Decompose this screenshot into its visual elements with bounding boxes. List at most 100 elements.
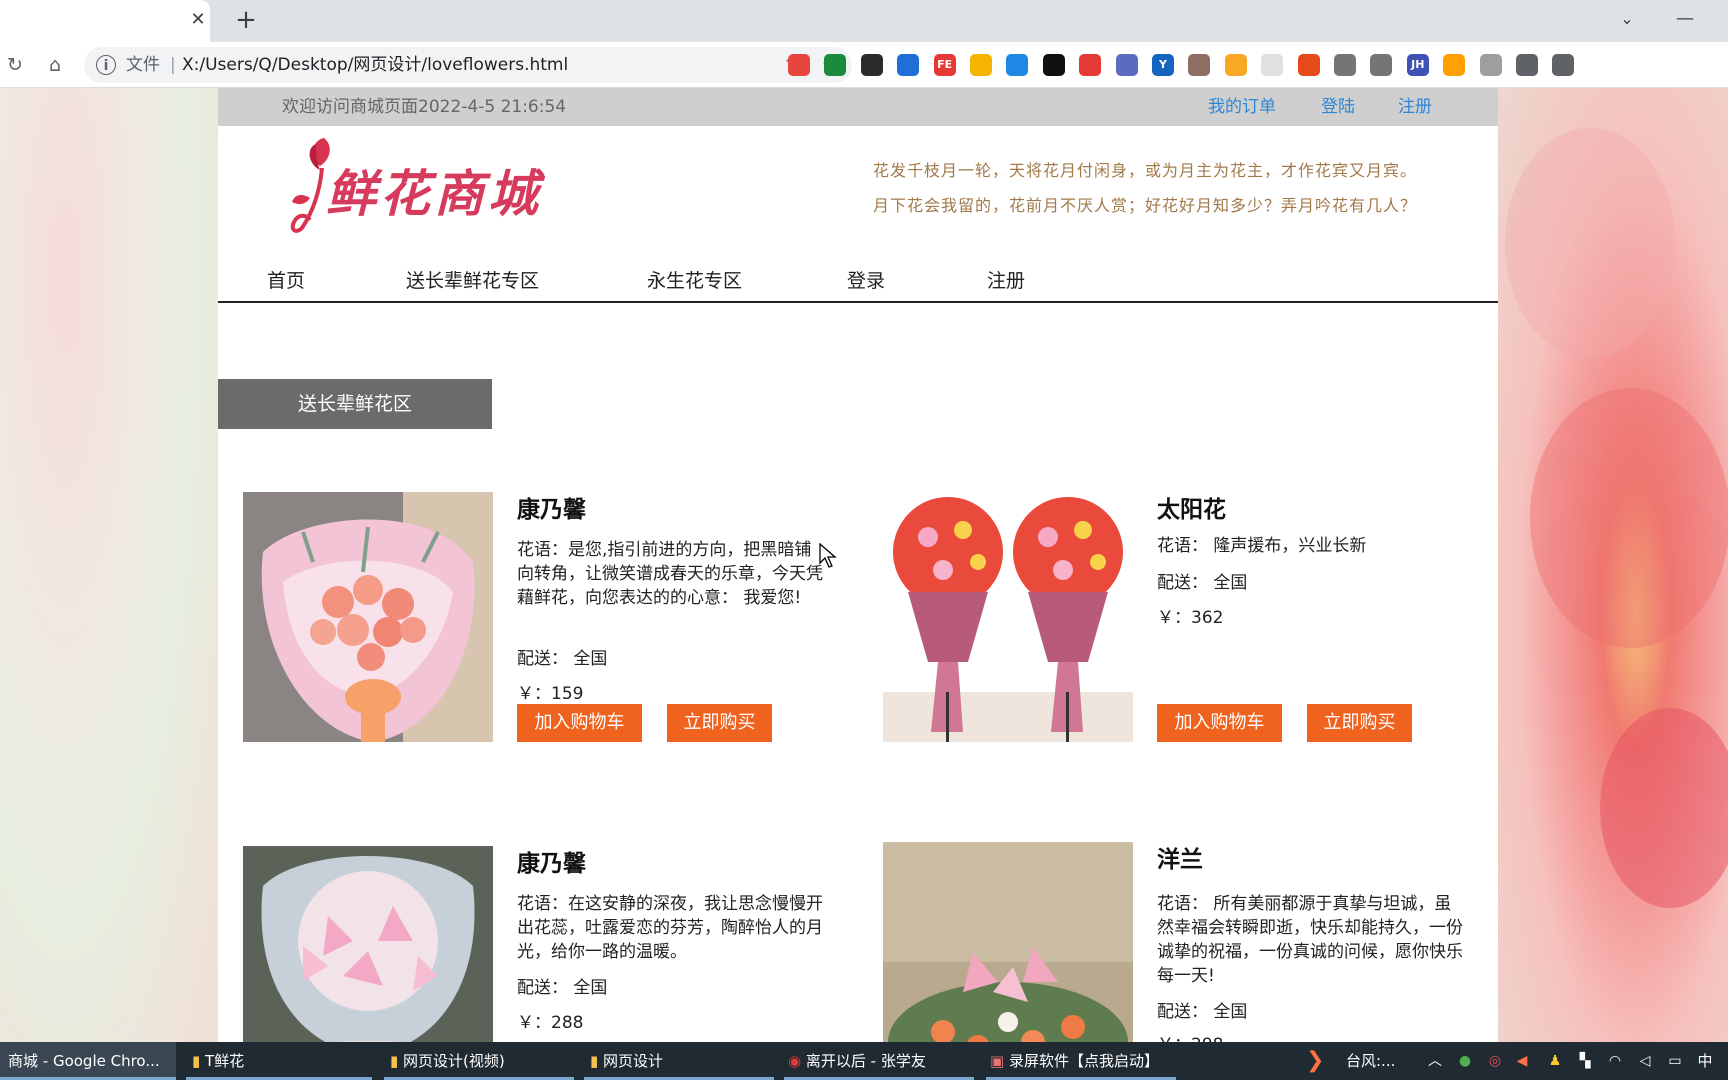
security-icon[interactable]: ▚ [1575, 1051, 1595, 1071]
taskbar-item-label: 网页设计 [603, 1052, 664, 1070]
nav-home[interactable]: 首页 [267, 269, 305, 293]
my-orders-link[interactable]: 我的订单 [1208, 96, 1276, 118]
close-tab-icon[interactable]: ✕ [186, 8, 210, 32]
logo-text: 鲜花商城 [326, 164, 542, 223]
product-meaning: 花语： 隆声援布，兴业长新 [1157, 536, 1367, 556]
speaker-flag-icon[interactable]: ◀ [1512, 1051, 1532, 1071]
nav-register[interactable]: 注册 [987, 269, 1025, 293]
network-ext-icon[interactable] [1297, 54, 1320, 76]
background-petal [1505, 128, 1675, 358]
product-name: 太阳花 [1157, 497, 1226, 523]
product-name: 康乃馨 [517, 497, 586, 523]
product-meaning: 花语：在这安静的深夜，我让思念慢慢开出花蕊，吐露爱恋的芬芳，陶醉怡人的月光，给你… [517, 894, 823, 962]
site-page: 欢迎访问商城页面2022-4-5 21:6:54 我的订单 登陆 注册 鲜花商城… [218, 88, 1498, 1042]
poem-line-1: 花发千枝月一轮，天将花月付闲身，或为月主为花主，才作花宾又月宾。 [873, 161, 1418, 180]
arrow-ext-icon[interactable] [860, 54, 883, 76]
background-petal [1530, 388, 1728, 648]
folder-icon: ▮ [390, 1052, 399, 1070]
taskbar-item-chrome[interactable]: 商城 - Google Chro... [0, 1042, 176, 1080]
minimize-window-button[interactable]: — [1670, 4, 1700, 34]
taskbar-item-label: T鲜花 [205, 1052, 245, 1070]
github-ext-icon[interactable] [1042, 54, 1065, 76]
product-image-carnation-bouquet[interactable] [243, 492, 493, 742]
background-blossom-left [0, 88, 218, 1042]
camera-ext-icon[interactable] [1370, 54, 1393, 76]
site-info-icon[interactable]: i [96, 55, 116, 75]
nav-preserved-flowers[interactable]: 永生花专区 [647, 269, 742, 293]
product-name: 康乃馨 [517, 851, 586, 877]
weather-text[interactable]: 台风:... [1346, 1042, 1416, 1080]
product-price: ￥：298 [1157, 1033, 1467, 1042]
taskbar-item-label: 离开以后 - 张学友 [805, 1052, 926, 1070]
tab-search-chevron-icon[interactable]: ⌄ [1614, 6, 1640, 32]
taskbar-item-folder[interactable]: ▮ T鲜花 [186, 1042, 372, 1080]
netease-music-icon: ◉ [788, 1052, 802, 1070]
scheme-label: 文件 [126, 55, 160, 75]
mouse-cursor-icon [819, 543, 837, 568]
cloud-ext-icon[interactable] [1334, 54, 1356, 76]
product-delivery: 配送： 全国 [517, 649, 608, 669]
register-link[interactable]: 注册 [1398, 96, 1432, 118]
product-name: 洋兰 [1157, 847, 1203, 873]
nav-elder-flowers[interactable]: 送长辈鲜花专区 [406, 269, 539, 293]
login-link[interactable]: 登陆 [1321, 96, 1355, 118]
product-meaning: 花语：是您,指引前进的方向，把黑暗铺向转角，让微笑谱成春天的乐章，今天凭藉鲜花，… [517, 540, 823, 608]
folder-icon: ▮ [590, 1052, 599, 1070]
address-bar[interactable]: i 文件 | X:/Users/Q/Desktop/网页设计/loveflowe… [84, 47, 852, 83]
smile-ext-icon[interactable] [1224, 54, 1247, 76]
volume-icon[interactable]: ◁ [1635, 1051, 1655, 1071]
new-tab-button[interactable]: + [233, 6, 259, 34]
y-ext-icon[interactable]: Y [1152, 54, 1174, 76]
product-card: 康乃馨 花语：是您,指引前进的方向，把黑暗铺向转角，让微笑谱成春天的乐章，今天凭… [243, 492, 843, 752]
wechat-icon[interactable]: ● [1455, 1051, 1475, 1071]
background-petal [1600, 708, 1728, 908]
product-image-sunflower-stands[interactable] [883, 492, 1133, 742]
download-ext-icon[interactable] [1006, 54, 1029, 76]
chrome-ext-icon[interactable] [788, 54, 810, 76]
blank-ext-icon[interactable] [1261, 54, 1284, 76]
buy-now-button[interactable]: 立即购买 [667, 704, 772, 742]
owl-ext-icon[interactable] [1188, 54, 1211, 76]
jh-ext-icon[interactable]: JH [1406, 54, 1429, 76]
search-ext-icon[interactable] [897, 54, 920, 76]
reload-icon[interactable]: ↻ [2, 52, 28, 78]
taskbar-item-music[interactable]: ◉ 离开以后 - 张学友 [784, 1042, 974, 1080]
buy-now-button[interactable]: 立即购买 [1307, 704, 1412, 742]
qq-icon[interactable]: ♟ [1545, 1051, 1565, 1071]
taskbar-item-folder[interactable]: ▮ 网页设计(视频) [384, 1042, 574, 1080]
poem-line-2: 月下花会我留的，花前月不厌人赏；好花好月知多少？弄月吟花有几人？ [873, 196, 1418, 215]
bolt-ext-icon[interactable] [1443, 54, 1466, 76]
active-tab[interactable]: ✕ [0, 0, 210, 42]
grammar-ext-icon[interactable] [1115, 54, 1138, 76]
stop-ext-icon[interactable] [1079, 54, 1102, 76]
puzzle-ext-icon[interactable] [1516, 54, 1538, 76]
product-card: 太阳花 花语： 隆声援布，兴业长新 配送： 全国 ￥：362 加入购物车 立即购… [883, 492, 1483, 752]
nav-login[interactable]: 登录 [847, 269, 885, 293]
page-viewport: 欢迎访问商城页面2022-4-5 21:6:54 我的订单 登陆 注册 鲜花商城… [0, 88, 1728, 1042]
product-image-lily-bouquet[interactable] [243, 846, 493, 1042]
chevron-up-icon[interactable]: ︿ [1425, 1051, 1445, 1071]
settings-ext-icon[interactable] [1479, 54, 1502, 76]
taskbar-item-recorder[interactable]: ▣ 录屏软件【点我启动】 [986, 1042, 1176, 1080]
shield-ext-icon[interactable] [824, 54, 847, 76]
google-ext-icon[interactable] [970, 54, 992, 76]
browser-toolbar: ↻ ⌂ i 文件 | X:/Users/Q/Desktop/网页设计/lovef… [0, 42, 1728, 88]
top-bar: 欢迎访问商城页面2022-4-5 21:6:54 我的订单 登陆 注册 [218, 88, 1498, 126]
site-logo[interactable]: 鲜花商城 [286, 130, 596, 240]
battery-icon[interactable]: ▭ [1665, 1051, 1685, 1071]
fe-ext-icon[interactable]: FE [933, 54, 956, 76]
add-to-cart-button[interactable]: 加入购物车 [517, 704, 642, 742]
url-text[interactable]: X:/Users/Q/Desktop/网页设计/loveflowers.html [182, 54, 568, 76]
product-delivery: 配送： 全国 [1157, 1002, 1248, 1022]
record-icon[interactable]: ◎ [1485, 1051, 1505, 1071]
wifi-icon[interactable]: ◠ [1605, 1051, 1625, 1071]
weather-icon[interactable]: ❯ [1306, 1042, 1336, 1080]
ime-indicator[interactable]: 中 [1695, 1051, 1715, 1071]
section-title: 送长辈鲜花区 [218, 379, 492, 429]
product-meaning: 花语： 所有美丽都源于真挚与坦诚，虽然幸福会转瞬即逝，快乐却能持久，一份诚挚的祝… [1157, 894, 1463, 986]
add-to-cart-button[interactable]: 加入购物车 [1157, 704, 1282, 742]
home-icon[interactable]: ⌂ [42, 52, 68, 78]
sidepanel-ext-icon[interactable] [1552, 54, 1575, 76]
product-image-orchid-arrangement[interactable] [883, 842, 1133, 1042]
taskbar-item-folder[interactable]: ▮ 网页设计 [584, 1042, 774, 1080]
